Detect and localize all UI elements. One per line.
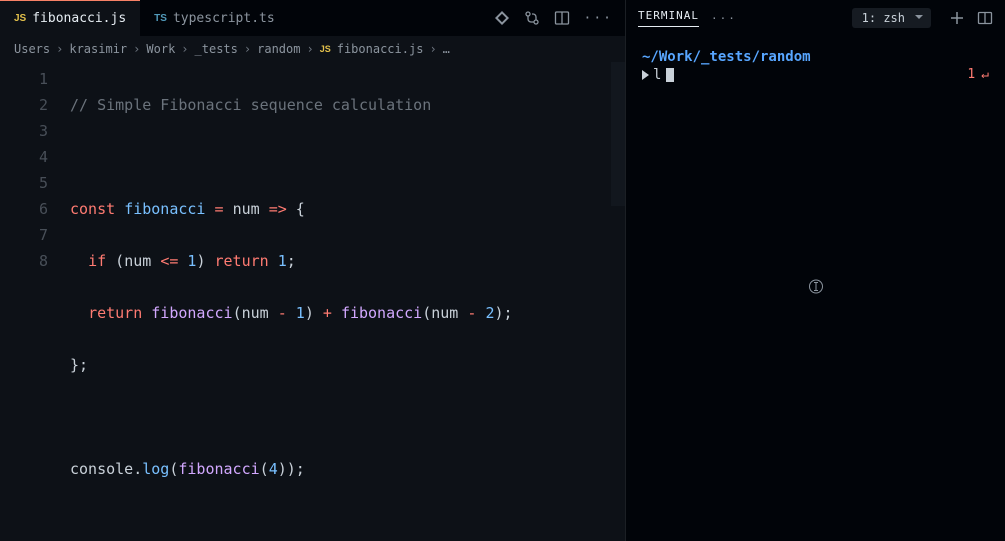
breadcrumb-segment[interactable]: Work [146, 42, 175, 56]
line-number: 6 [0, 196, 48, 222]
code-token: ) [287, 460, 296, 478]
code-token: // Simple Fibonacci sequence calculation [70, 96, 431, 114]
tab-fibonacci[interactable]: JS fibonacci.js [0, 0, 140, 36]
breadcrumb-more[interactable]: … [443, 42, 450, 56]
code-token: fibonacci [124, 200, 205, 218]
terminal-cursor [666, 68, 674, 82]
terminal-tab[interactable]: TERMINAL [638, 9, 699, 27]
code-token: - [278, 304, 287, 322]
code-token: log [142, 460, 169, 478]
code-token: ; [287, 252, 296, 270]
more-actions-icon[interactable]: ··· [584, 11, 613, 26]
breadcrumb[interactable]: Users› krasimir› Work› _tests› random› J… [0, 36, 625, 62]
code-token: num [242, 304, 269, 322]
terminal-command: l [653, 66, 661, 84]
terminal-pane: TERMINAL ··· 1: zsh ~/Work/_tests/random… [625, 0, 1005, 541]
code-token: . [133, 460, 142, 478]
ts-file-icon: TS [154, 13, 167, 24]
breadcrumb-file[interactable]: fibonacci.js [337, 42, 424, 56]
code-token: 4 [269, 460, 278, 478]
code-token: return [88, 304, 142, 322]
code-token: ) [196, 252, 205, 270]
code-token: ( [115, 252, 124, 270]
terminal-selector[interactable]: 1: zsh [852, 8, 931, 28]
line-number: 5 [0, 170, 48, 196]
code-token: return [215, 252, 269, 270]
code-token: fibonacci [178, 460, 259, 478]
code-token: const [70, 200, 115, 218]
code-editor[interactable]: 1 2 3 4 5 6 7 8 // Simple Fibonacci sequ… [0, 62, 625, 541]
code-token: ) [305, 304, 314, 322]
text-cursor-icon [808, 278, 824, 299]
code-token: ) [278, 460, 287, 478]
code-token: ; [296, 460, 305, 478]
code-token: 1 [296, 304, 305, 322]
code-token: num [431, 304, 458, 322]
split-editor-icon[interactable] [554, 10, 570, 26]
code-content[interactable]: // Simple Fibonacci sequence calculation… [70, 66, 625, 541]
new-terminal-icon[interactable] [949, 10, 965, 26]
return-icon: ↵ [981, 66, 989, 84]
tab-actions: ··· [494, 0, 625, 36]
code-token: ( [422, 304, 431, 322]
tab-typescript[interactable]: TS typescript.ts [140, 0, 289, 36]
minimap[interactable] [611, 62, 625, 422]
breadcrumb-segment[interactable]: krasimir [69, 42, 127, 56]
status-code: 1 [967, 66, 975, 84]
line-number: 4 [0, 144, 48, 170]
prompt-triangle-icon [642, 70, 649, 80]
code-token: console [70, 460, 133, 478]
terminal-body[interactable]: ~/Work/_tests/random l 1 ↵ [626, 36, 1005, 541]
code-token: num [233, 200, 260, 218]
editor-pane: JS fibonacci.js TS typescript.ts ··· Use… [0, 0, 625, 541]
code-token: ) [494, 304, 503, 322]
code-token: ( [233, 304, 242, 322]
breadcrumb-segment[interactable]: random [257, 42, 300, 56]
compare-changes-icon[interactable] [524, 10, 540, 26]
line-number: 7 [0, 222, 48, 248]
code-token: num [124, 252, 151, 270]
breadcrumb-segment[interactable]: Users [14, 42, 50, 56]
terminal-header: TERMINAL ··· 1: zsh [626, 0, 1005, 36]
source-control-icon[interactable] [494, 10, 510, 26]
code-token: fibonacci [151, 304, 232, 322]
code-token: => [269, 200, 287, 218]
js-file-icon: JS [14, 13, 26, 24]
tab-label: fibonacci.js [32, 11, 126, 26]
code-token: if [88, 252, 106, 270]
code-token: 1 [278, 252, 287, 270]
code-token: = [215, 200, 224, 218]
code-token: ; [504, 304, 513, 322]
terminal-prompt-line: l [642, 66, 989, 84]
code-token: fibonacci [341, 304, 422, 322]
line-number: 3 [0, 118, 48, 144]
code-token: - [467, 304, 476, 322]
code-token: + [323, 304, 332, 322]
code-token: }; [70, 356, 88, 374]
line-number: 1 [0, 66, 48, 92]
code-token: { [296, 200, 305, 218]
editor-tabs: JS fibonacci.js TS typescript.ts ··· [0, 0, 625, 36]
code-token: ( [260, 460, 269, 478]
line-number: 8 [0, 248, 48, 274]
terminal-more-icon[interactable]: ··· [711, 12, 737, 25]
code-token: <= [160, 252, 178, 270]
breadcrumb-segment[interactable]: _tests [195, 42, 238, 56]
split-terminal-icon[interactable] [977, 10, 993, 26]
terminal-last-status: 1 ↵ [967, 66, 989, 84]
line-number-gutter: 1 2 3 4 5 6 7 8 [0, 66, 70, 541]
tab-label: typescript.ts [173, 11, 275, 26]
line-number: 2 [0, 92, 48, 118]
terminal-cwd: ~/Work/_tests/random [642, 48, 989, 66]
js-file-icon: JS [320, 44, 331, 54]
